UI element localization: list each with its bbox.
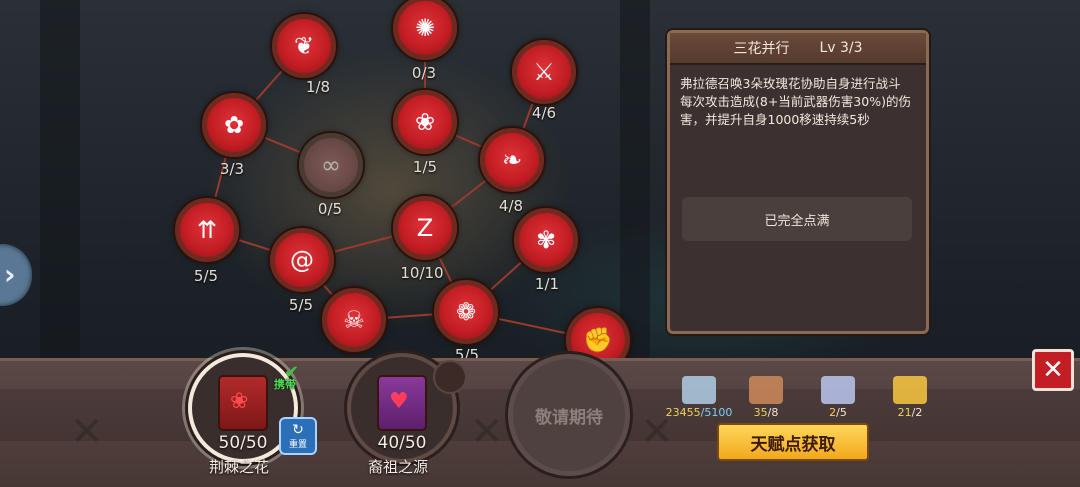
talent-detail-header: 三花并行 Lv 3/3 <box>670 33 926 65</box>
gold-badge-icon <box>893 376 927 404</box>
talent-node-heart[interactable]: ❦ <box>272 14 336 78</box>
equipped-label: 携带 <box>274 378 296 391</box>
talent-node-level: 1/5 <box>412 158 438 176</box>
resource-max: /8 <box>767 406 779 419</box>
resource-current: 23455 <box>665 406 701 419</box>
description-line: 弗拉德召唤3朵玫瑰花协助自身进行战斗 <box>680 76 901 91</box>
close-icon: ✕ <box>1042 355 1064 385</box>
resource-value: 2/5 <box>818 406 858 419</box>
resource-value: 21/2 <box>890 406 930 419</box>
talent-node-level: 0/5 <box>317 200 343 218</box>
talent-node-petals[interactable]: ❁ <box>434 280 498 344</box>
resource-counter: 21/2 <box>890 376 930 419</box>
coin-stack-icon <box>682 376 716 404</box>
fist-icon: ✊ <box>583 326 613 354</box>
reset-icon: ↻ <box>292 421 304 438</box>
talent-node-single-rose[interactable]: ✾ <box>514 208 578 272</box>
skull-icon: ☠ <box>343 306 365 334</box>
resource-value: 23455/5100 <box>662 406 736 419</box>
resource-counter: 23455/5100 <box>662 376 736 419</box>
resource-max: /2 <box>911 406 923 419</box>
flower-bowl-icon: ❀ <box>414 108 436 136</box>
arrows-up-icon: ⇈ <box>196 216 218 244</box>
rose-book-icon: ❀ <box>218 375 268 431</box>
talent-node-level: 0/3 <box>411 64 437 82</box>
description-line: 害，并提升自身1000移速持续5秒 <box>680 112 870 127</box>
talent-node-level: 1/8 <box>305 78 331 96</box>
thorn-sword-icon: ⚔ <box>533 58 555 86</box>
book-name: 裔祖之源 <box>367 458 428 476</box>
talent-node-level: 1/1 <box>534 275 560 293</box>
reset-button[interactable]: ↻ 重置 <box>279 417 317 455</box>
talent-node-sword[interactable]: ⚔ <box>512 40 576 104</box>
blood-chalice-book-icon: ♥ <box>377 375 427 431</box>
talent-node-level: 5/5 <box>193 267 219 285</box>
talent-node-flower-bowl[interactable]: ❀ <box>393 90 457 154</box>
resource-current: 21 <box>897 406 912 419</box>
talent-node-skull[interactable]: ☠ <box>322 288 386 352</box>
resource-counter: 35/8 <box>746 376 786 419</box>
book-points: 40/50 <box>377 433 427 453</box>
talent-node-arrows-rose[interactable]: ⇈ <box>175 198 239 262</box>
book-name: 荆棘之花 <box>208 458 269 476</box>
resource-value: 35/8 <box>746 406 786 419</box>
ornament-icon: ✕ <box>70 409 104 455</box>
chalice-emblem-icon: ♥ <box>389 389 409 414</box>
get-talent-points-button[interactable]: 天赋点获取 <box>717 423 869 461</box>
resource-max: /5 <box>836 406 847 419</box>
talent-node-sleep[interactable]: Z <box>393 196 457 260</box>
rose-emblem-icon: ❀ <box>230 389 249 414</box>
resource-max: /5100 <box>700 406 733 419</box>
talent-node-level: 4/6 <box>531 104 557 122</box>
spiral-rose-icon: @ <box>290 246 314 274</box>
talent-description: 弗拉德召唤3朵玫瑰花协助自身进行战斗 每次攻击造成(8+当前武器伤害30%)的伤… <box>670 65 926 139</box>
talent-maxed-status: 已完全点满 <box>682 197 912 241</box>
coming-soon-label: 敬请期待 <box>535 407 603 428</box>
talent-node-vine[interactable]: ❧ <box>480 128 544 192</box>
talent-node-spiral-rose[interactable]: @ <box>270 228 334 292</box>
talent-node-level: 3/3 <box>219 160 245 178</box>
locked-book-slot: 敬请期待 <box>508 354 630 476</box>
talent-node-level: 10/10 <box>400 264 444 282</box>
resource-current: 35 <box>753 406 768 419</box>
heart-swirl-icon: ❦ <box>293 32 315 60</box>
whip-icon: ∞ <box>321 151 341 179</box>
talent-level: Lv 3/3 <box>819 40 863 56</box>
equipped-badge: ✔ 携带 <box>274 362 306 391</box>
silver-badge-icon <box>821 376 855 404</box>
rose-burst-icon: ✿ <box>223 111 245 139</box>
sun-icon: ✺ <box>414 14 436 42</box>
resource-counter: 2/5 <box>818 376 858 419</box>
talent-detail-panel: 三花并行 Lv 3/3 弗拉德召唤3朵玫瑰花协助自身进行战斗 每次攻击造成(8+… <box>667 30 929 334</box>
single-rose-icon: ✾ <box>535 226 557 254</box>
vine-icon: ❧ <box>501 146 523 174</box>
empty-gem-socket <box>433 360 467 394</box>
petals-icon: ❁ <box>455 298 477 326</box>
talent-name: 三花并行 <box>733 41 790 57</box>
bronze-badge-icon <box>749 376 783 404</box>
description-line: 每次攻击造成(8+当前武器伤害30%)的伤 <box>680 94 911 109</box>
talent-node-rose-burst[interactable]: ✿ <box>202 93 266 157</box>
talent-node-whip[interactable]: ∞ <box>299 133 363 197</box>
sleep-icon: Z <box>416 214 434 242</box>
ornament-icon: ✕ <box>470 409 504 455</box>
close-button[interactable]: ✕ <box>1032 349 1074 391</box>
reset-label: 重置 <box>288 439 307 450</box>
